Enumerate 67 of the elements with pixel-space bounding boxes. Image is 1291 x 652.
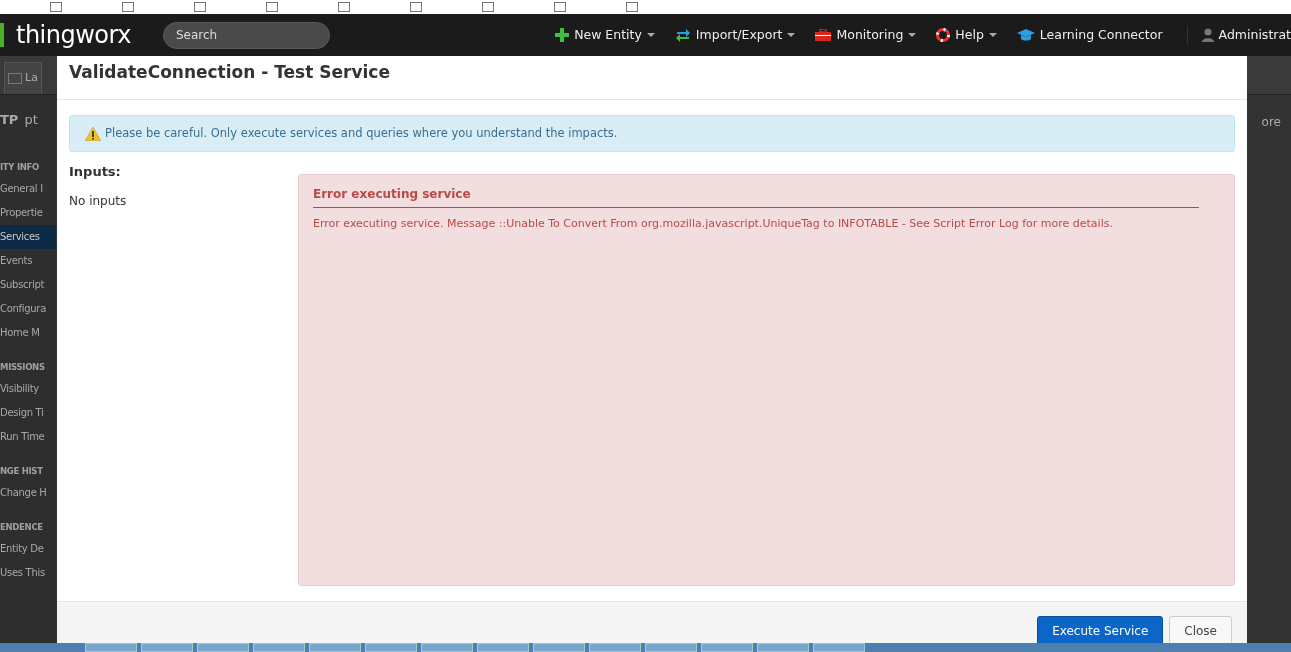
modal-title: ValidateConnection - Test Service [57, 56, 1247, 100]
taskbar-button[interactable] [421, 643, 473, 652]
browser-tab[interactable]: La [4, 62, 42, 94]
entity-name: pt [24, 111, 38, 130]
sidebar-item[interactable]: Change H [0, 481, 56, 505]
taskbar-button[interactable] [813, 643, 865, 652]
close-button[interactable]: Close [1169, 616, 1232, 643]
taskbar-button[interactable] [85, 643, 137, 652]
bookmark-icon [266, 2, 278, 12]
taskbar-button[interactable] [309, 643, 361, 652]
taskbar-button[interactable] [197, 643, 249, 652]
menu-link[interactable]: Monitoring [805, 25, 927, 45]
bookmark-icon [50, 2, 62, 12]
inputs-label: Inputs: [69, 163, 122, 181]
taskbar-button[interactable] [533, 643, 585, 652]
section-heading: ENDENCE [0, 521, 44, 534]
sidebar-item[interactable]: Services [0, 225, 56, 249]
entity-type: TP [0, 111, 19, 130]
taskbar-button[interactable] [589, 643, 641, 652]
bookmark-icon [554, 2, 566, 12]
graduation-cap-icon [1016, 28, 1035, 42]
user-icon [1201, 28, 1214, 42]
arrows-icon [674, 28, 691, 42]
taskbar-button[interactable] [141, 643, 193, 652]
bookmark-icon [482, 2, 494, 12]
sidebar-item[interactable]: Events [0, 249, 56, 273]
warning-icon [85, 126, 101, 141]
bookmark-icon [410, 2, 422, 12]
taskbar-button[interactable] [365, 643, 417, 652]
bookmark-icon [122, 2, 134, 12]
bookmark-icon [626, 2, 638, 12]
menu-link[interactable]: Learning Connector [1006, 25, 1173, 45]
plus-icon [555, 28, 570, 42]
sidebar-item[interactable]: Visibility [0, 377, 56, 401]
search-field[interactable]: Search [163, 21, 330, 49]
taskbar-button[interactable] [645, 643, 697, 652]
taskbar-button[interactable] [701, 643, 753, 652]
sidebar-item[interactable]: Configura [0, 297, 56, 321]
sidebar-item[interactable]: Subscript [0, 273, 56, 297]
section-heading: NGE HIST [0, 465, 44, 478]
menu-link[interactable]: New Entity [545, 25, 665, 45]
taskbar-button[interactable] [757, 643, 809, 652]
window-icon [8, 73, 22, 84]
section-heading: MISSIONS [0, 361, 46, 374]
sidebar-item[interactable]: General I [0, 177, 56, 201]
warning-text: Please be careful. Only execute services and queries where you understand the impacts. [105, 124, 618, 142]
menu-link[interactable]: Help [926, 25, 1007, 45]
toolbox-icon [815, 29, 832, 41]
sidebar-item[interactable]: Run Time [0, 425, 56, 449]
sidebar-item[interactable]: Propertie [0, 201, 56, 225]
sidebar-item[interactable]: Entity De [0, 537, 56, 561]
lifebuoy-icon [936, 28, 951, 42]
menu-link[interactable]: Import/Export [664, 25, 806, 45]
more-menu[interactable]: ore [1261, 113, 1281, 129]
logo: thingworx [0, 23, 131, 47]
section-heading: ITY INFO [0, 161, 40, 174]
bookmark-icon [338, 2, 350, 12]
sidebar-item[interactable]: Home M [0, 321, 56, 345]
error-title: Error executing service [313, 184, 1199, 208]
sidebar-item[interactable]: Design Ti [0, 401, 56, 425]
sidebar-item[interactable]: Uses This [0, 561, 56, 585]
taskbar-button[interactable] [253, 643, 305, 652]
execute-button[interactable]: Execute Service [1037, 616, 1164, 643]
taskbar-button[interactable] [477, 643, 529, 652]
user-menu[interactable]: Administrat [1186, 25, 1291, 45]
bookmark-icon [194, 2, 206, 12]
error-message: Error executing service. Message ::Unable To Convert From org.mozilla.javascript.UniqueTag to INFOTABLE - See Script Error Log for more details. [313, 215, 1114, 232]
